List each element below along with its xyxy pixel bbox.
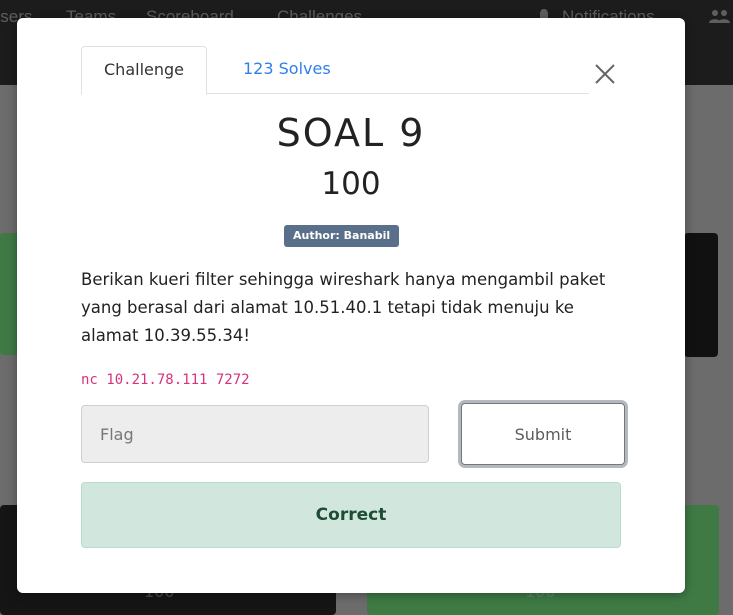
tab-solves[interactable]: 123 Solves <box>221 46 353 92</box>
challenge-value: 100 <box>321 166 381 202</box>
result-alert: Correct <box>81 482 621 548</box>
submit-button[interactable]: Submit <box>461 403 625 465</box>
challenge-card-bg <box>684 233 718 357</box>
challenge-title: SOAL 9 <box>276 111 426 155</box>
connection-info: nc 10.21.78.111 7272 <box>81 372 250 388</box>
flag-input[interactable] <box>81 405 429 463</box>
author-badge: Author: Banabil <box>284 225 400 247</box>
modal-tabs: Challenge 123 Solves <box>81 46 589 95</box>
close-icon[interactable] <box>593 62 617 86</box>
tab-challenge[interactable]: Challenge <box>81 46 207 95</box>
challenge-modal: Challenge 123 Solves SOAL 9 100 Author: … <box>17 18 685 593</box>
challenge-description: Berikan kueri filter sehingga wireshark … <box>81 270 606 345</box>
users-icon[interactable] <box>707 8 733 24</box>
